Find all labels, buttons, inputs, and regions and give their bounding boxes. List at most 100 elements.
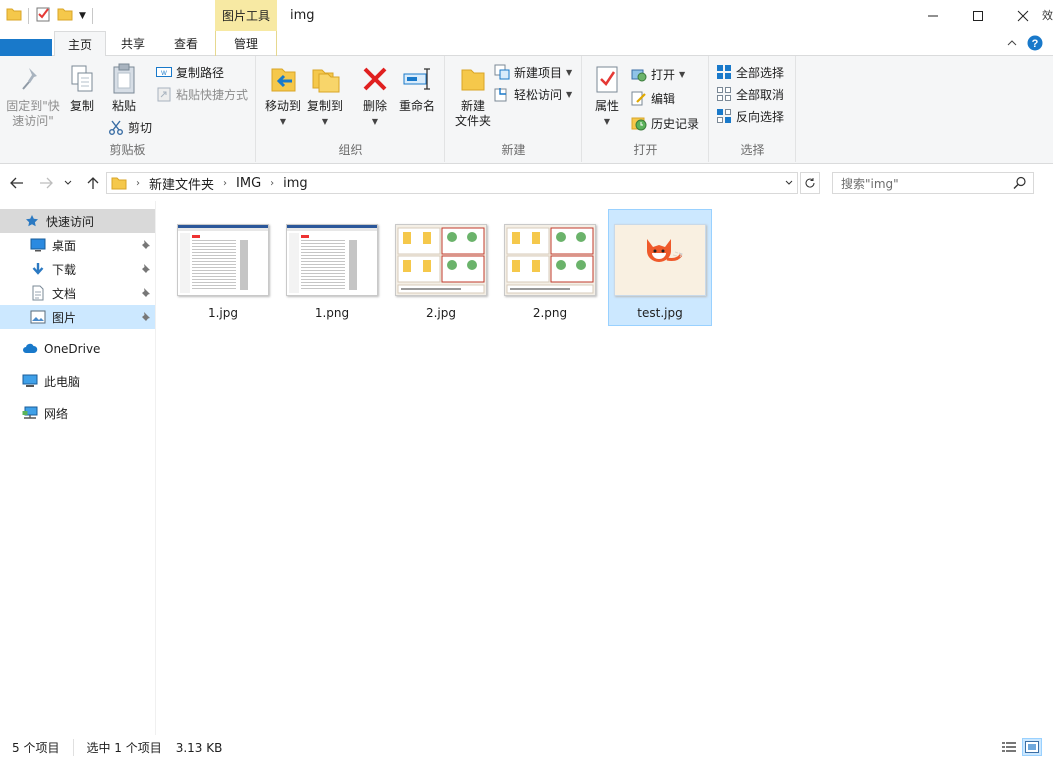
- address-dropdown-chevron-icon[interactable]: [781, 173, 797, 193]
- document-icon: [30, 285, 46, 301]
- select-none-label: 全部取消: [736, 87, 785, 102]
- pin-icon[interactable]: [141, 238, 151, 252]
- nav-desktop-label: 桌面: [52, 238, 77, 253]
- forward-button[interactable]: [37, 174, 55, 192]
- help-icon[interactable]: ?: [1027, 35, 1043, 51]
- easy-access-button[interactable]: 轻松访问 ▼: [494, 84, 572, 104]
- delete-caret-icon: ▼: [371, 117, 379, 126]
- file-item-1-jpg[interactable]: 1.jpg: [171, 209, 275, 326]
- pin-quick-access-button[interactable]: 固定到"快 速访问": [4, 62, 62, 129]
- address-bar[interactable]: › 新建文件夹 › IMG › img: [106, 172, 798, 194]
- folder-icon[interactable]: [6, 7, 22, 24]
- nav-pictures[interactable]: 图片: [0, 305, 155, 329]
- nav-this-pc-label: 此电脑: [44, 374, 81, 389]
- move-to-button[interactable]: 移动到 ▼: [263, 62, 303, 129]
- file-item-2-png[interactable]: 2.png: [498, 209, 602, 326]
- breadcrumb-img[interactable]: img: [283, 176, 308, 191]
- breadcrumb-separator: ›: [223, 177, 228, 189]
- explorer-window: ▼ 图片工具 img 效 文件 主页 共享 查看 管理 ?: [0, 0, 1053, 760]
- open-group-label: 打开: [633, 143, 658, 157]
- select-all-button[interactable]: 全部选择: [716, 62, 784, 82]
- select-all-label: 全部选择: [736, 65, 785, 80]
- properties-button[interactable]: 属性 ▼: [587, 62, 627, 129]
- paste-button[interactable]: 粘贴: [104, 62, 144, 114]
- large-icons-view-button[interactable]: [1022, 738, 1042, 756]
- scissors-icon: [108, 119, 124, 135]
- properties-qat-icon[interactable]: [35, 6, 51, 25]
- delete-button[interactable]: 删除 ▼: [357, 62, 393, 129]
- select-none-button[interactable]: 全部取消: [716, 84, 784, 104]
- nav-desktop[interactable]: 桌面: [0, 233, 155, 257]
- nav-this-pc[interactable]: 此电脑: [0, 369, 155, 393]
- nav-downloads[interactable]: 下载: [0, 257, 155, 281]
- pin-quick-access-label: 固定到"快: [6, 99, 60, 113]
- delete-label: 删除: [362, 99, 387, 113]
- tab-share[interactable]: 共享: [107, 31, 159, 56]
- back-button[interactable]: [8, 174, 26, 192]
- paste-shortcut-button[interactable]: 粘贴快捷方式: [156, 84, 248, 104]
- expand-ribbon-chevron-icon[interactable]: [1004, 35, 1020, 51]
- selected-size: 3.13 KB: [175, 740, 223, 755]
- properties-label: 属性: [594, 99, 619, 113]
- download-arrow-icon: [30, 261, 46, 277]
- new-item-icon: [494, 64, 510, 80]
- star-icon: [24, 213, 40, 229]
- new-item-button[interactable]: 新建项目 ▼: [494, 62, 572, 82]
- nav-network[interactable]: 网络: [0, 401, 155, 425]
- breadcrumb-new-folder[interactable]: 新建文件夹: [149, 174, 214, 193]
- edit-button[interactable]: 编辑: [631, 88, 675, 108]
- breadcrumb-separator: ›: [136, 177, 140, 189]
- pin-icon[interactable]: [141, 286, 151, 300]
- new-item-label: 新建项目: [514, 65, 563, 80]
- breadcrumb-separator: ›: [270, 177, 275, 189]
- paste-shortcut-label: 粘贴快捷方式: [176, 87, 249, 102]
- invert-selection-button[interactable]: 反向选择: [716, 106, 784, 126]
- new-folder-icon: [456, 62, 490, 96]
- refresh-button[interactable]: [800, 172, 820, 194]
- close-button[interactable]: [1000, 0, 1046, 31]
- new-folder-qat-icon[interactable]: [57, 7, 73, 24]
- tab-home[interactable]: 主页: [54, 31, 106, 57]
- minimize-button[interactable]: [910, 0, 956, 31]
- nav-documents[interactable]: 文档: [0, 281, 155, 305]
- file-view: 1.jpg 1.png 2.jpg 2.png test.jpg: [157, 201, 1053, 735]
- details-view-button[interactable]: [999, 738, 1019, 756]
- nav-onedrive[interactable]: OneDrive: [0, 337, 155, 361]
- search-icon[interactable]: [1013, 176, 1027, 193]
- recent-locations-chevron-icon[interactable]: [61, 174, 75, 192]
- maximize-button[interactable]: [955, 0, 1001, 31]
- new-folder-label-2: 文件夹: [454, 114, 491, 128]
- ribbon: 固定到"快 速访问" 复制 粘贴 W 复制路径 粘贴快捷方式 剪切 剪贴板 移动…: [0, 56, 1053, 164]
- select-none-icon: [716, 86, 732, 102]
- tab-manage[interactable]: 管理: [215, 31, 277, 56]
- copy-to-caret-icon: ▼: [321, 117, 329, 126]
- open-button[interactable]: 打开 ▼: [631, 64, 685, 84]
- pin-icon[interactable]: [141, 310, 151, 324]
- icons-screenshot-thumbnail: [504, 224, 596, 296]
- move-to-caret-icon: ▼: [279, 117, 287, 126]
- copy-to-button[interactable]: 复制到 ▼: [305, 62, 345, 129]
- tab-view[interactable]: 查看: [160, 31, 212, 56]
- rename-button[interactable]: 重命名: [397, 62, 437, 114]
- file-item-1-png[interactable]: 1.png: [280, 209, 384, 326]
- history-button[interactable]: 历史记录: [631, 113, 699, 133]
- cut-button[interactable]: 剪切: [108, 117, 152, 137]
- customize-qat-chevron-icon[interactable]: ▼: [79, 11, 86, 21]
- pin-icon: [16, 62, 50, 96]
- pin-icon[interactable]: [141, 262, 151, 276]
- up-button[interactable]: [84, 174, 102, 192]
- paste-shortcut-icon: [156, 86, 172, 102]
- easy-access-icon: [494, 86, 510, 102]
- copy-path-button[interactable]: W 复制路径: [156, 62, 224, 82]
- history-icon: [631, 115, 647, 131]
- search-input[interactable]: 搜索"img": [832, 172, 1034, 194]
- nav-network-label: 网络: [44, 406, 69, 421]
- new-folder-button[interactable]: 新建 文件夹: [450, 62, 496, 129]
- file-item-test-jpg[interactable]: test.jpg: [608, 209, 712, 326]
- file-name: 1.png: [314, 306, 350, 320]
- nav-quick-access[interactable]: 快速访问: [0, 209, 155, 233]
- breadcrumb-IMG[interactable]: IMG: [236, 176, 261, 191]
- open-label: 打开: [651, 67, 676, 82]
- copy-button[interactable]: 复制: [64, 62, 100, 114]
- file-item-2-jpg[interactable]: 2.jpg: [389, 209, 493, 326]
